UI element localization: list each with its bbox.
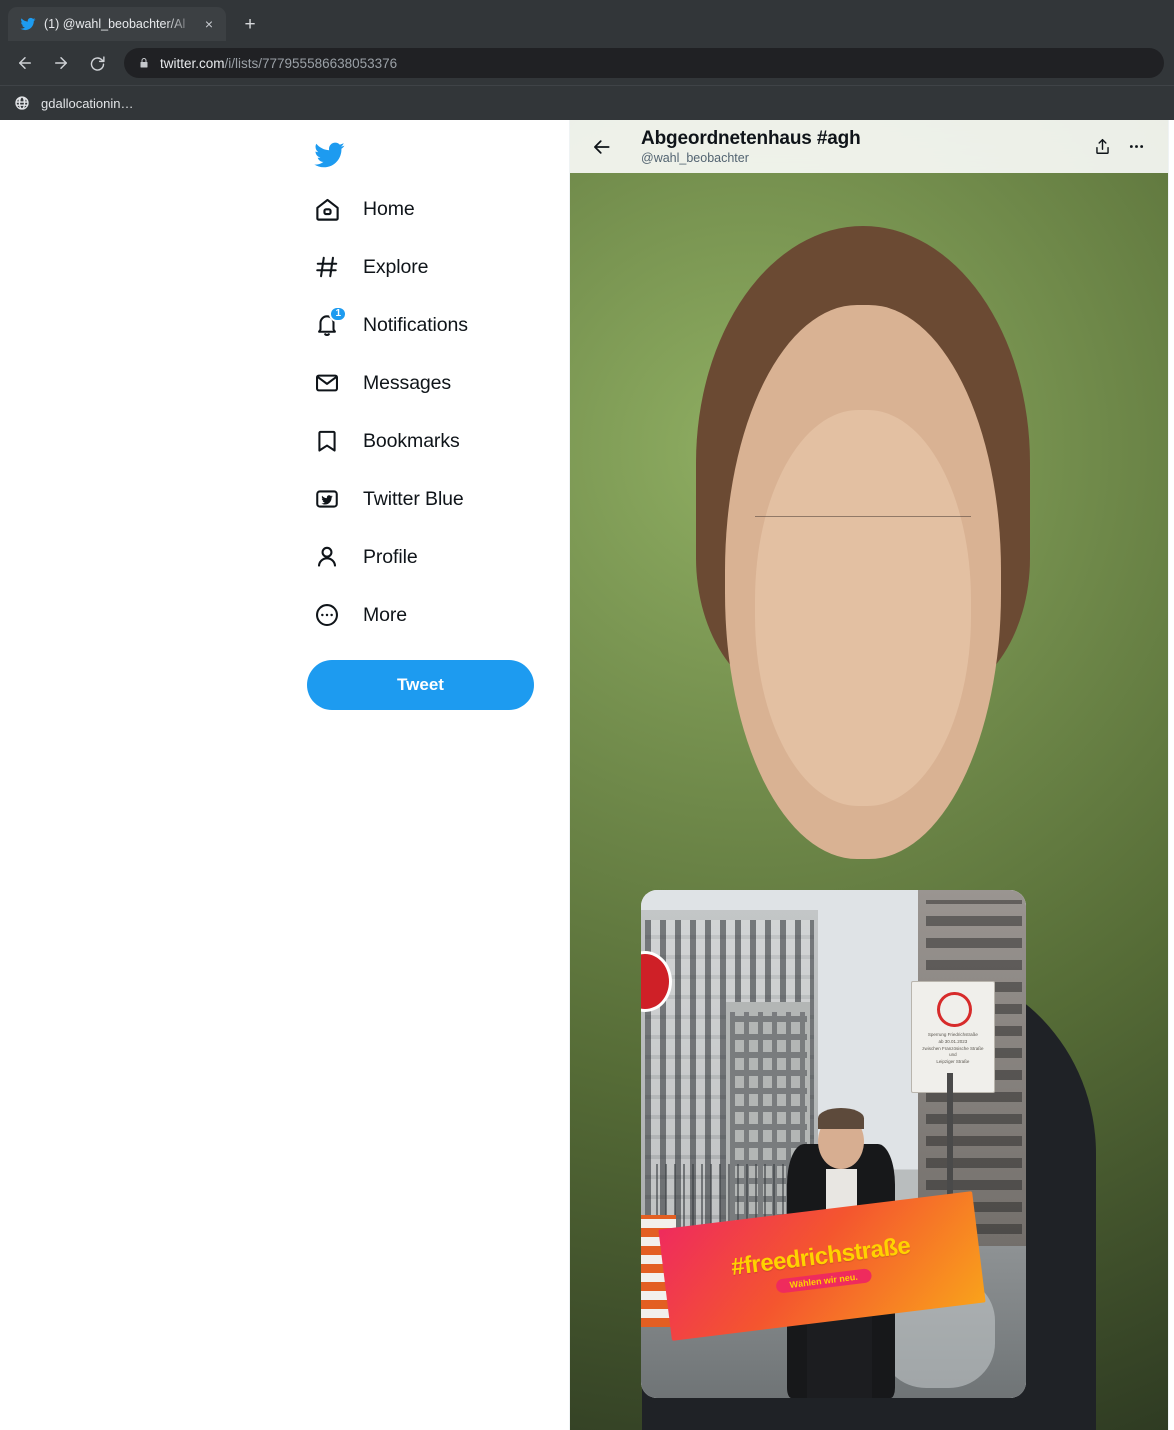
url-domain: twitter.com	[160, 55, 225, 71]
header-titles: Abgeordnetenhaus #agh @wahl_beobachter	[641, 127, 1085, 167]
sidebar-item-profile[interactable]: Profile	[305, 528, 569, 586]
more-circle-icon	[311, 599, 343, 631]
browser-chrome: (1) @wahl_beobachter/Al × + twitter.com/…	[0, 0, 1174, 120]
reload-icon[interactable]	[82, 48, 112, 78]
timeline-feed: 30 7 43	[570, 120, 1168, 1430]
katrin-portrait	[570, 120, 1168, 1430]
sidebar-item-explore[interactable]: Explore	[305, 238, 569, 296]
url-text: twitter.com/i/lists/777955586638053376	[160, 56, 397, 71]
hashtag-icon	[311, 251, 343, 283]
download-bar: gdallocationin…	[0, 85, 1174, 120]
envelope-icon	[311, 367, 343, 399]
share-icon[interactable]	[1085, 130, 1119, 164]
photo-friedrichstrasse-banner: Sperrung Friedrichstraße ab 30.01.2023 zwi…	[641, 890, 1026, 1398]
twitter-icon	[20, 16, 36, 32]
bookmark-icon	[311, 425, 343, 457]
twitter-bird-logo[interactable]	[305, 130, 355, 180]
sidebar-item-twitter-blue[interactable]: Twitter Blue	[305, 470, 569, 528]
twitter-blue-icon	[311, 483, 343, 515]
column-header: Abgeordnetenhaus #agh @wahl_beobachter	[570, 120, 1168, 173]
notifications-badge: 1	[329, 306, 347, 322]
sidebar-label-explore: Explore	[363, 255, 429, 278]
url-path: /i/lists/777955586638053376	[224, 55, 398, 71]
tweet-button[interactable]: Tweet	[307, 660, 534, 710]
sidebar-label-messages: Messages	[363, 371, 452, 394]
sidebar-item-bookmarks[interactable]: Bookmarks	[305, 412, 569, 470]
sidebar-item-home[interactable]: Home	[305, 180, 569, 238]
browser-tab[interactable]: (1) @wahl_beobachter/Al ×	[8, 7, 226, 41]
tweet-katrin-schmidberger[interactable]: Katrin Schmidberger @kaddinsky · 35m Ang…	[570, 120, 1168, 1430]
page-subtitle: @wahl_beobachter	[641, 151, 749, 166]
sidebar-label-profile: Profile	[363, 545, 418, 568]
sidebar-item-more[interactable]: More	[305, 586, 569, 644]
sidebar-item-notifications[interactable]: 1 Notifications	[305, 296, 569, 354]
download-filename[interactable]: gdallocationin…	[41, 96, 134, 111]
sidebar-label-more: More	[363, 603, 408, 626]
twitter-page: Home Explore 1 Notifications Messages Bo…	[0, 120, 1174, 1430]
avatar[interactable]	[570, 120, 1168, 1430]
person-icon	[311, 541, 343, 573]
bell-icon: 1	[311, 306, 347, 341]
close-icon[interactable]: ×	[200, 15, 218, 33]
new-tab-button[interactable]: +	[236, 10, 264, 38]
lock-icon	[138, 57, 150, 69]
tweet-media-single[interactable]: Sperrung Friedrichstraße ab 30.01.2023 zwi…	[641, 890, 1026, 1398]
page-title: Abgeordnetenhaus #agh	[641, 127, 861, 149]
back-icon[interactable]	[10, 48, 40, 78]
address-bar[interactable]: twitter.com/i/lists/777955586638053376	[124, 48, 1164, 78]
sidebar-label-twitter-blue: Twitter Blue	[363, 487, 464, 510]
list-timeline-column: Abgeordnetenhaus #agh @wahl_beobachter S…	[569, 120, 1169, 1430]
arrow-left-icon[interactable]	[585, 130, 619, 164]
globe-icon	[14, 95, 30, 111]
sidebar-label-home: Home	[363, 197, 415, 220]
tab-strip: (1) @wahl_beobachter/Al × +	[0, 0, 1174, 41]
forward-icon[interactable]	[46, 48, 76, 78]
sidebar-item-messages[interactable]: Messages	[305, 354, 569, 412]
browser-toolbar: twitter.com/i/lists/777955586638053376	[0, 41, 1174, 85]
sidebar-label-notifications: Notifications	[363, 313, 468, 336]
more-horizontal-icon[interactable]	[1119, 130, 1153, 164]
primary-sidebar: Home Explore 1 Notifications Messages Bo…	[0, 120, 569, 1430]
home-icon	[311, 193, 343, 225]
tab-title: (1) @wahl_beobachter/Al	[44, 17, 186, 31]
sidebar-label-bookmarks: Bookmarks	[363, 429, 460, 452]
